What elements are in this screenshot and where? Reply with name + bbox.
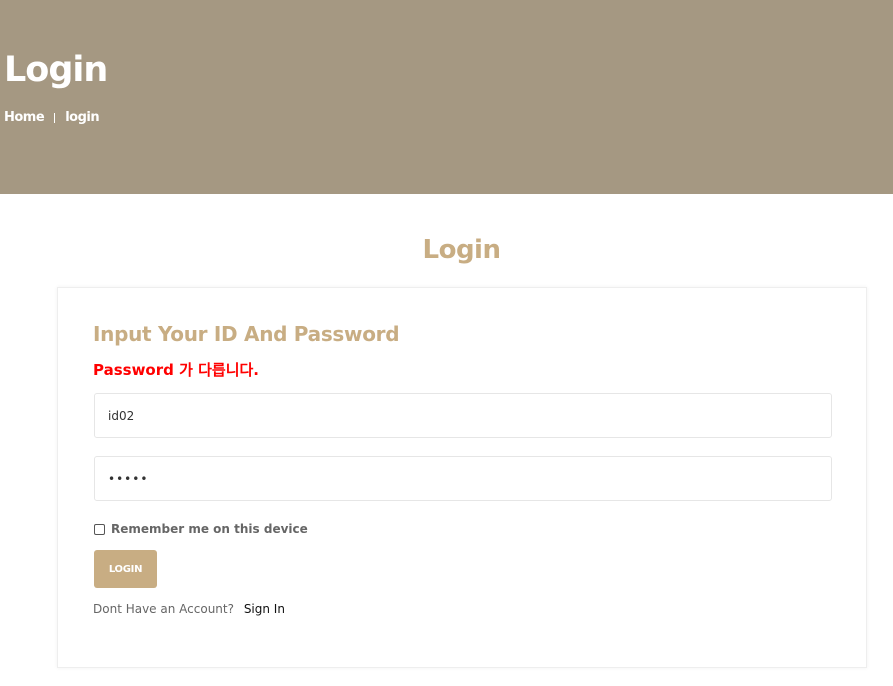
breadcrumb-home-link[interactable]: Home <box>4 110 45 125</box>
sign-in-link[interactable]: Sign In <box>244 602 285 616</box>
breadcrumb: Home login <box>4 110 100 125</box>
no-account-text: Dont Have an Account? <box>93 602 234 616</box>
no-account-row: Dont Have an Account? Sign In <box>93 602 285 616</box>
login-button[interactable]: LOGIN <box>94 550 157 588</box>
breadcrumb-separator <box>54 112 56 123</box>
login-card: Input Your ID And Password Password 가 다릅… <box>57 287 867 668</box>
remember-me-label: Remember me on this device <box>111 522 308 536</box>
page-hero: Login Home login <box>0 0 893 194</box>
id-input[interactable] <box>94 393 832 438</box>
section-title: Login <box>422 235 501 265</box>
breadcrumb-current: login <box>65 110 100 125</box>
error-message: Password 가 다릅니다. <box>93 361 260 379</box>
password-input[interactable] <box>94 456 832 501</box>
remember-me-option[interactable]: Remember me on this device <box>94 522 308 536</box>
form-heading: Input Your ID And Password <box>93 322 400 346</box>
hero-title: Login <box>4 50 108 90</box>
remember-me-checkbox[interactable] <box>94 523 105 535</box>
